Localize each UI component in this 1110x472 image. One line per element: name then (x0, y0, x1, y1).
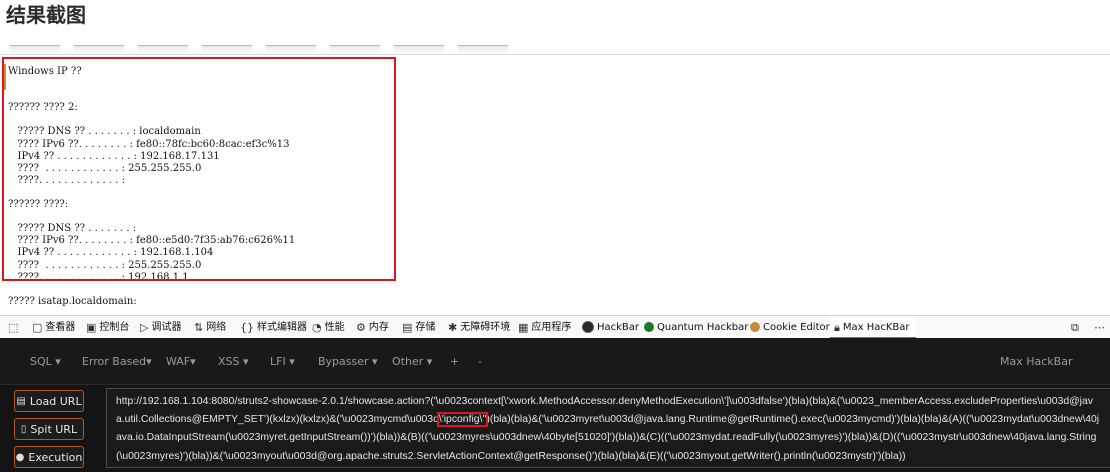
hackbar-icon (582, 321, 594, 333)
tab-performance[interactable]: ◔ 性能 (312, 316, 345, 338)
url-text: http://192.168.1.104:8080/struts2-showca… (116, 393, 1101, 466)
menu-error-based[interactable]: Error Based▾ (82, 355, 152, 368)
bookmark-item[interactable] (138, 45, 188, 54)
quantum-hackbar-icon (644, 322, 654, 332)
menu-other[interactable]: Other ▾ (392, 355, 432, 368)
tab-cookie-editor[interactable]: Cookie Editor (750, 316, 830, 338)
load-icon: ▤ (16, 395, 26, 407)
highlight-frame (2, 57, 396, 281)
tab-memory[interactable]: ⚙ 内存 (356, 316, 389, 338)
tab-hackbar[interactable]: HackBar (582, 316, 639, 338)
split-url-button[interactable]: ▯ Spit URL (14, 418, 84, 440)
add-tab-button[interactable]: + (450, 355, 459, 368)
menu-sql[interactable]: SQL ▾ (30, 355, 61, 368)
style-editor-icon: {} (240, 320, 254, 334)
bookmarks-strip-fragment (0, 40, 1110, 55)
tab-debugger[interactable]: ▷ 调试器 (140, 316, 181, 338)
split-icon: ▯ (20, 423, 27, 435)
execute-button[interactable]: ● Execution (14, 446, 84, 468)
max-hackbar-panel: SQL ▾ Error Based▾ WAF▾ XSS ▾ LFI ▾ Bypa… (0, 338, 1110, 472)
application-icon: ▦ (518, 320, 529, 334)
dock-toggle-icon[interactable]: ⧉ (1071, 316, 1079, 338)
inspector-icon: ▢ (32, 320, 43, 334)
tab-style-editor[interactable]: {} 样式编辑器 (240, 316, 307, 338)
execute-icon: ● (15, 451, 25, 463)
network-icon: ⇅ (194, 320, 204, 334)
performance-icon: ◔ (312, 320, 322, 334)
menu-waf[interactable]: WAF▾ (166, 355, 196, 368)
tab-accessibility[interactable]: ✱ 无障碍环境 (448, 316, 510, 338)
menu-xss[interactable]: XSS ▾ (218, 355, 249, 368)
hackbar-brand: Max HackBar (1000, 355, 1073, 368)
tab-storage[interactable]: ▤ 存储 (402, 316, 435, 338)
more-options-icon[interactable]: ⋯ (1094, 316, 1105, 338)
console-icon: ▣ (86, 320, 97, 334)
hackbar-menu: SQL ▾ Error Based▾ WAF▾ XSS ▾ LFI ▾ Bypa… (0, 338, 1110, 385)
url-highlight-command: \'ipconfig\'' (436, 412, 489, 428)
tab-inspector[interactable]: ▢ 查看器 (32, 316, 75, 338)
bookmark-item[interactable] (266, 45, 316, 54)
tab-quantum-hackbar[interactable]: Quantum Hackbar (644, 316, 748, 338)
bookmark-item[interactable] (394, 45, 444, 54)
bookmark-item[interactable] (202, 45, 252, 54)
bookmark-item[interactable] (458, 45, 508, 54)
cookie-icon (750, 322, 760, 332)
load-url-button[interactable]: ▤ Load URL (14, 390, 84, 412)
tab-network[interactable]: ⇅ 网络 (194, 316, 226, 338)
tab-max-hackbar[interactable]: 🔒︎ Max HacKBar (830, 316, 916, 339)
bookmark-item[interactable] (10, 45, 60, 54)
menu-bypasser[interactable]: Bypasser ▾ (318, 355, 378, 368)
tab-application[interactable]: ▦ 应用程序 (518, 316, 571, 338)
menu-lfi[interactable]: LFI ▾ (270, 355, 295, 368)
bookmark-item[interactable] (330, 45, 380, 54)
devtools-toolbar: ⬚ ▢ 查看器 ▣ 控制台 ▷ 调试器 ⇅ 网络 {} 样式编辑器 ◔ 性能 ⚙ 内存 ▤ 存储… (0, 315, 1110, 339)
url-textarea[interactable]: http://192.168.1.104:8080/struts2-showca… (106, 388, 1110, 468)
bookmark-item[interactable] (74, 45, 124, 54)
output-line: ????? isatap.localdomain: (8, 295, 137, 307)
remove-tab-button[interactable]: - (478, 355, 482, 368)
lock-icon: 🔒︎ (834, 320, 840, 334)
debugger-icon: ▷ (140, 320, 149, 334)
accessibility-icon: ✱ (448, 320, 458, 334)
memory-icon: ⚙ (356, 320, 366, 334)
pick-element-icon[interactable]: ⬚ (8, 316, 18, 338)
tab-console[interactable]: ▣ 控制台 (86, 316, 129, 338)
storage-icon: ▤ (402, 320, 413, 334)
page-heading: 结果截图 (6, 3, 86, 27)
